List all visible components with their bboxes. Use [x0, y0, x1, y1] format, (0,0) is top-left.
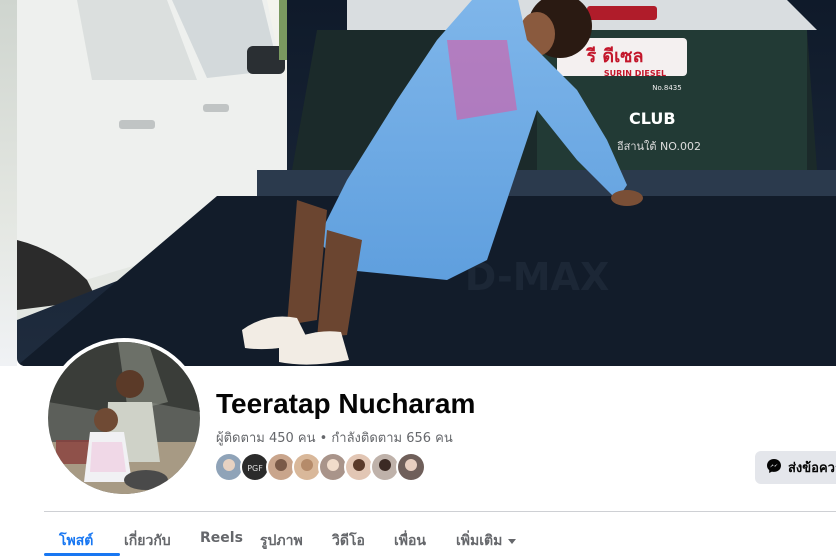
tailgate-lettering: D-MAX — [465, 255, 610, 299]
tab-more[interactable]: เพิ่มเติม — [456, 530, 517, 552]
messenger-icon — [766, 458, 782, 478]
profile-picture[interactable] — [44, 338, 204, 498]
send-message-label: ส่งข้อความ — [788, 461, 836, 476]
cover-photo[interactable]: รี ดีเซล SURIN DIESEL No.8435 CLUB อีสาน… — [17, 0, 836, 366]
tab-more-label: เพิ่มเติม — [456, 533, 503, 549]
sticker-brand-text: รี ดีเซล — [585, 46, 643, 67]
friend-avatar-stack[interactable]: PGF — [214, 452, 426, 484]
page-edge-background — [0, 0, 17, 366]
profile-tabs: โพสต์ เกี่ยวกับ Reels รูปภาพ วิดีโอ เพื่… — [44, 512, 836, 556]
profile-name: Teeratap Nucharam — [216, 388, 476, 419]
club-sticker-sub: อีสานใต้ NO.002 — [617, 140, 701, 153]
tab-friends[interactable]: เพื่อน — [394, 530, 426, 552]
caret-down-icon — [508, 538, 517, 544]
send-message-button[interactable]: ส่งข้อความ — [755, 451, 836, 484]
club-sticker-text: CLUB — [629, 109, 676, 128]
sticker-brand-sub: SURIN DIESEL — [604, 69, 666, 78]
cover-photo-image: รี ดีเซล SURIN DIESEL No.8435 CLUB อีสาน… — [17, 0, 836, 366]
tab-about[interactable]: เกี่ยวกับ — [124, 530, 171, 552]
friend-avatar-8[interactable] — [396, 452, 426, 482]
sticker-number: No.8435 — [652, 84, 681, 92]
tab-reels[interactable]: Reels — [200, 530, 243, 546]
tab-videos[interactable]: วิดีโอ — [332, 530, 365, 552]
tab-photos[interactable]: รูปภาพ — [260, 530, 303, 552]
follow-stats[interactable]: ผู้ติดตาม 450 คน • กำลังติดตาม 656 คน — [216, 427, 453, 448]
friend-avatar-2-label: PGF — [247, 464, 263, 473]
profile-picture-image — [48, 342, 200, 494]
tab-posts[interactable]: โพสต์ — [59, 530, 93, 552]
